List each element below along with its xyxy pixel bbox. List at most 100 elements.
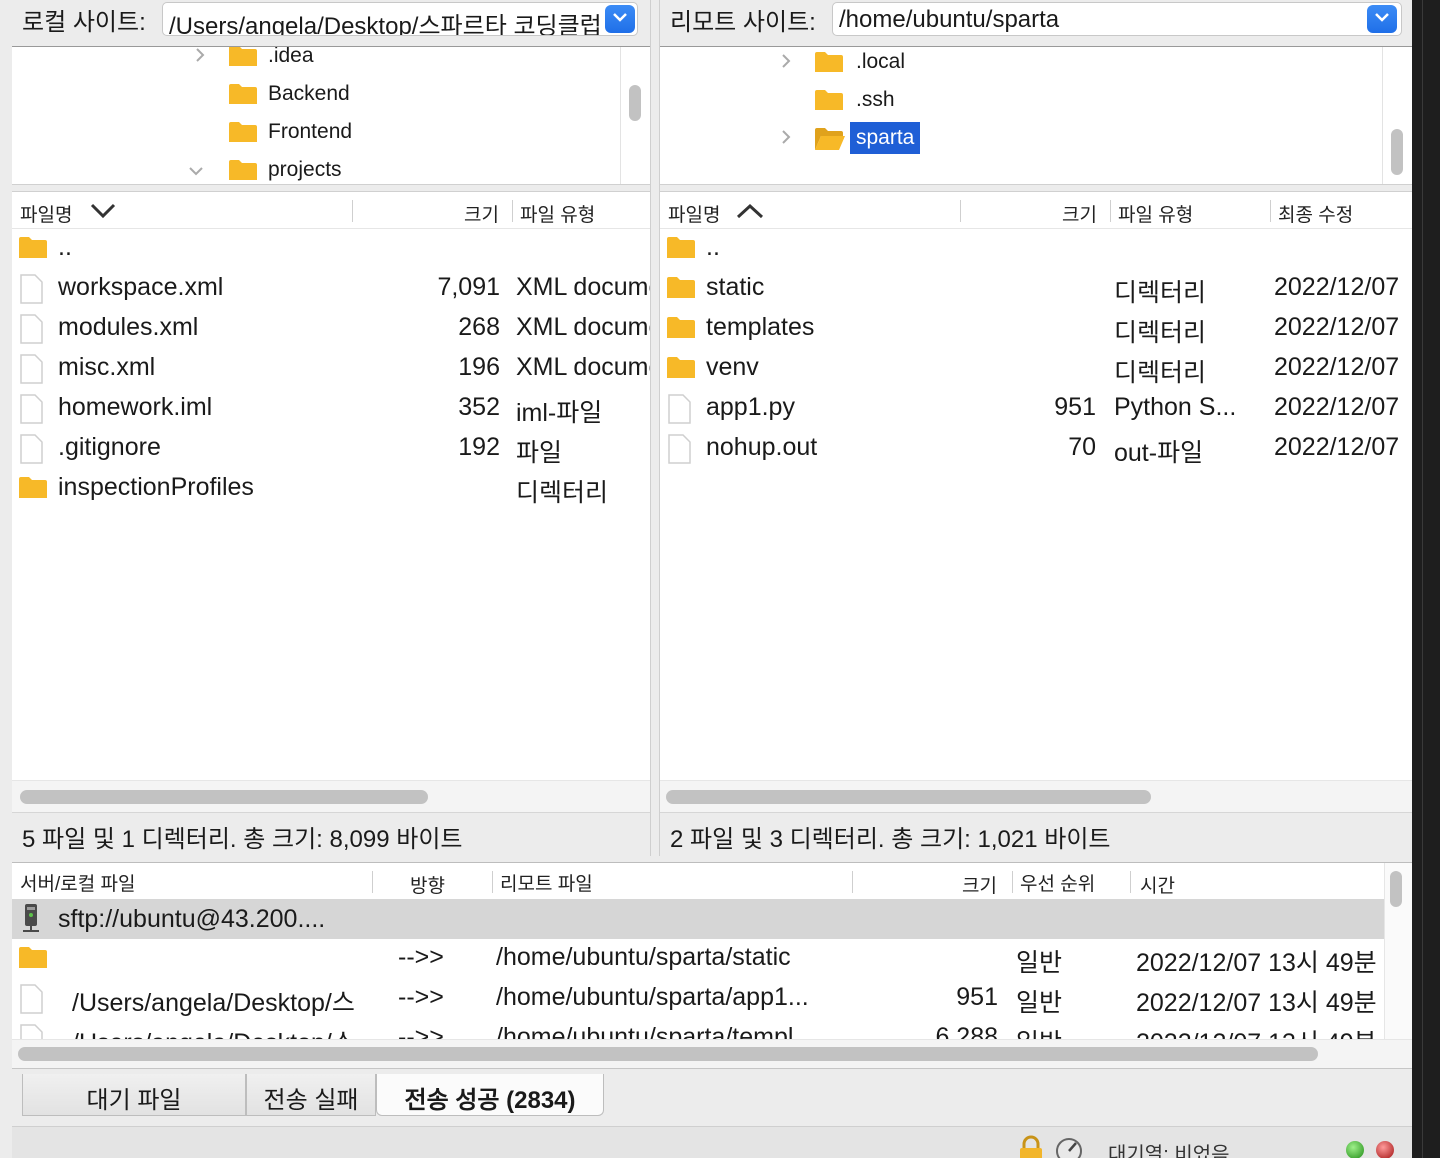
local-horizontal-scrollbar[interactable] [20, 790, 428, 804]
file-icon [18, 434, 44, 471]
file-type: 디렉터리 [1114, 279, 1207, 307]
queue-col-size-header[interactable]: 크기 [962, 871, 997, 898]
vertical-splitter[interactable] [650, 0, 660, 856]
chevron-right-icon[interactable] [778, 53, 794, 69]
file-size: 192 [458, 433, 500, 461]
local-tree-scrollbar[interactable] [629, 85, 641, 121]
file-name: homework.iml [58, 393, 213, 421]
bottom-status-bar: 대기열: 비었음 [12, 1126, 1412, 1158]
tree-item-sparta[interactable]: sparta [660, 122, 1380, 159]
file-row[interactable]: .gitignore 192 파일 [12, 429, 650, 469]
file-row[interactable]: inspectionProfiles 디렉터리 [12, 469, 650, 509]
tree-item-local[interactable]: .local [660, 47, 1380, 83]
queue-col-remote-header[interactable]: 리모트 파일 [500, 869, 593, 896]
file-type: XML document [516, 313, 650, 341]
column-separator[interactable] [960, 200, 961, 222]
chevron-down-icon [613, 13, 627, 22]
file-row[interactable]: templates 디렉터리 2022/12/07 [660, 309, 1412, 349]
tab-successful-transfers[interactable]: 전송 성공 (2834) [376, 1074, 604, 1116]
local-path-combo[interactable]: /Users/angela/Desktop/스파르타 코딩클럽 [162, 2, 638, 36]
queue-col-local-header[interactable]: 서버/로컬 파일 [20, 869, 135, 896]
remote-directory-tree[interactable]: .local .ssh sparta [660, 46, 1412, 184]
file-row[interactable]: modules.xml 268 XML document [12, 309, 650, 349]
file-row[interactable]: app1.py 951 Python S... 2022/12/07 [660, 389, 1412, 429]
queue-col-priority-header[interactable]: 우선 순위 [1020, 869, 1095, 896]
queue-direction: -->> [398, 943, 444, 971]
local-directory-tree[interactable]: .idea Backend Frontend projects [12, 46, 650, 184]
file-row[interactable]: nohup.out 70 out-파일 2022/12/07 [660, 429, 1412, 469]
file-row[interactable]: static 디렉터리 2022/12/07 [660, 269, 1412, 309]
file-row[interactable]: homework.iml 352 iml-파일 [12, 389, 650, 429]
sort-ascending-icon[interactable] [736, 202, 764, 220]
lock-icon[interactable] [1016, 1135, 1046, 1158]
tab-label: 대기 파일 [86, 1087, 182, 1114]
column-separator[interactable] [1012, 871, 1013, 893]
column-separator[interactable] [1270, 200, 1271, 222]
remote-path-combo[interactable]: /home/ubuntu/sparta [832, 2, 1402, 36]
column-separator[interactable] [352, 200, 353, 222]
tab-failed-transfers[interactable]: 전송 실패 [246, 1074, 376, 1116]
file-row[interactable]: misc.xml 196 XML document [12, 349, 650, 389]
tree-item-idea[interactable]: .idea [12, 47, 622, 77]
send-indicator-icon [1376, 1141, 1394, 1158]
speed-limit-icon[interactable] [1054, 1135, 1084, 1158]
remote-col-type-header[interactable]: 파일 유형 [1118, 200, 1193, 227]
file-name: inspectionProfiles [58, 473, 254, 501]
local-path-value: /Users/angela/Desktop/스파르타 코딩클럽 [169, 13, 602, 36]
remote-horizontal-scrollbar[interactable] [666, 790, 1151, 804]
background-divider [1422, 0, 1423, 1158]
chevron-right-icon[interactable] [192, 47, 208, 63]
local-col-name-header[interactable]: 파일명 [20, 200, 72, 227]
queue-server-row[interactable]: sftp://ubuntu@43.200.... [12, 899, 1384, 939]
queue-horizontal-scrollbar[interactable] [18, 1047, 1318, 1061]
column-separator[interactable] [512, 200, 513, 222]
queue-vertical-scrollbar[interactable] [1390, 871, 1402, 907]
chevron-down-icon[interactable] [188, 163, 204, 179]
remote-tree-scrollbar[interactable] [1391, 129, 1403, 175]
file-row[interactable]: workspace.xml 7,091 XML document [12, 269, 650, 309]
file-size: 268 [458, 313, 500, 341]
remote-col-size-header[interactable]: 크기 [1062, 200, 1097, 227]
file-modified: 2022/12/07 [1274, 393, 1400, 421]
file-icon [18, 314, 44, 351]
remote-path-dropdown-button[interactable] [1367, 5, 1397, 33]
local-col-type-header[interactable]: 파일 유형 [520, 200, 595, 227]
left-edge [0, 0, 12, 1158]
file-row[interactable]: venv 디렉터리 2022/12/07 [660, 349, 1412, 389]
file-icon [666, 434, 692, 471]
column-separator[interactable] [492, 871, 493, 893]
chevron-right-icon[interactable] [778, 129, 794, 145]
tab-queued-files[interactable]: 대기 파일 [22, 1074, 246, 1116]
remote-col-name-header[interactable]: 파일명 [668, 200, 720, 227]
tree-item-frontend[interactable]: Frontend [12, 117, 622, 153]
column-separator[interactable] [1130, 871, 1131, 893]
column-separator[interactable] [852, 871, 853, 893]
file-name: .gitignore [58, 433, 161, 461]
column-separator[interactable] [372, 871, 373, 893]
tree-item-projects[interactable]: projects [12, 155, 622, 184]
tree-item-backend[interactable]: Backend [12, 79, 622, 115]
local-status-text: 5 파일 및 1 디렉터리. 총 크기: 8,099 바이트 [22, 826, 463, 853]
queue-col-direction-header[interactable]: 방향 [410, 871, 445, 898]
queue-row[interactable]: -->> /home/ubuntu/sparta/static 일반 2022/12/… [12, 939, 1384, 979]
remote-status-text: 2 파일 및 3 디렉터리. 총 크기: 1,021 바이트 [670, 826, 1111, 853]
local-col-size-header[interactable]: 크기 [464, 200, 499, 227]
transfer-queue[interactable]: 서버/로컬 파일 방향 리모트 파일 크기 우선 순위 시간 sftp://ub… [12, 862, 1412, 1068]
queue-row[interactable]: /Users/angela/Desktop/스 -->> /home/ubuntu/… [12, 979, 1384, 1019]
local-path-dropdown-button[interactable] [605, 5, 635, 33]
file-row[interactable]: .. [660, 229, 1412, 269]
remote-col-modified-header[interactable]: 최종 수정 [1278, 200, 1353, 227]
remote-file-list[interactable]: 파일명 크기 파일 유형 최종 수정 .. static 디렉터리 2022/12/0… [660, 192, 1412, 812]
local-file-list[interactable]: 파일명 크기 파일 유형 .. workspace.xml 7,091 XML doc… [12, 192, 650, 812]
remote-splitter[interactable] [660, 184, 1412, 192]
sort-descending-icon[interactable] [90, 202, 116, 220]
folder-icon [666, 234, 696, 267]
local-splitter[interactable] [12, 184, 650, 192]
folder-icon [18, 944, 48, 977]
column-separator[interactable] [1110, 200, 1111, 222]
tree-item-ssh[interactable]: .ssh [660, 85, 1380, 121]
queue-server-label: sftp://ubuntu@43.200.... [58, 905, 326, 933]
remote-site-label: 리모트 사이트: [670, 9, 816, 36]
file-row[interactable]: .. [12, 229, 650, 269]
queue-col-time-header[interactable]: 시간 [1140, 871, 1175, 898]
